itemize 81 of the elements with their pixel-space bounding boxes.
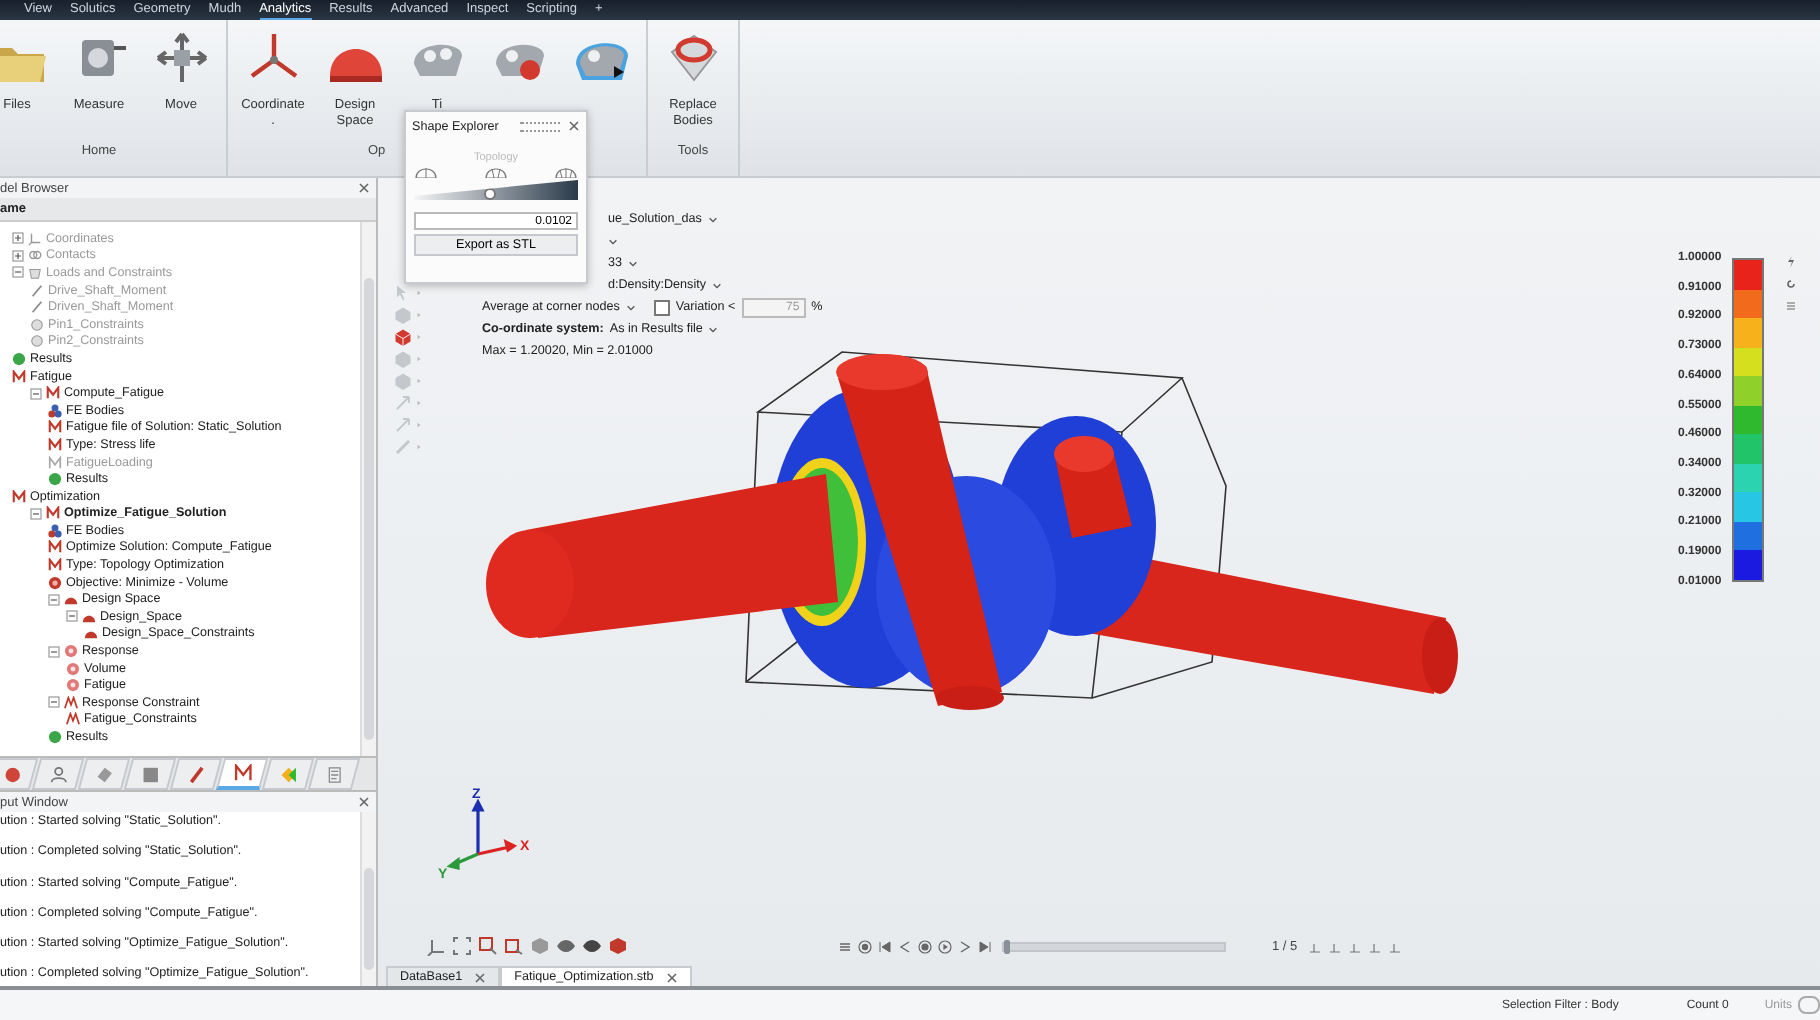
close-icon[interactable]	[474, 971, 487, 983]
move-arrows-icon	[151, 28, 211, 88]
zoom-icon[interactable]	[478, 936, 498, 956]
fatigue-icon	[12, 369, 26, 384]
material-icon	[95, 765, 113, 783]
topology-slider[interactable]	[414, 180, 578, 200]
browser-tab[interactable]	[307, 758, 361, 790]
zoom-icon[interactable]	[504, 936, 524, 956]
fatigue-icon	[46, 506, 60, 521]
plot-tool-icon[interactable]	[1367, 939, 1382, 953]
cube-icon[interactable]	[530, 936, 550, 956]
fit-icon[interactable]	[452, 936, 472, 956]
expander-icon[interactable]	[48, 593, 60, 606]
record-button[interactable]	[858, 939, 872, 953]
timeline-slider[interactable]	[1002, 941, 1226, 951]
contact-icon	[28, 248, 42, 263]
menu-icon[interactable]	[1785, 300, 1796, 312]
plot-tool-icon[interactable]	[1327, 939, 1342, 953]
scrollbar[interactable]	[360, 812, 376, 986]
stop-button[interactable]	[918, 939, 932, 953]
plot-tool-icon[interactable]	[1307, 939, 1322, 953]
menu-icon[interactable]	[838, 939, 852, 953]
step-forward-button[interactable]	[958, 939, 972, 953]
axes-icon[interactable]	[426, 936, 446, 956]
variation-checkbox[interactable]	[653, 299, 670, 315]
dropdown-caret-icon[interactable]	[608, 237, 618, 245]
close-icon[interactable]	[665, 971, 678, 983]
ball-icon	[12, 351, 26, 366]
expander-icon[interactable]	[48, 645, 60, 658]
fatigue-icon	[46, 386, 60, 401]
play-button[interactable]	[938, 939, 952, 953]
load-icon	[28, 265, 42, 280]
mesh-dome-icon[interactable]	[554, 166, 578, 178]
close-icon[interactable]	[358, 796, 370, 808]
refresh-icon[interactable]	[1785, 278, 1796, 290]
browser-tab[interactable]	[31, 758, 85, 790]
ball-icon	[48, 472, 62, 487]
browser-tab[interactable]	[77, 758, 131, 790]
step-back-button[interactable]	[898, 939, 912, 953]
target-icon	[48, 575, 62, 590]
brush-icon	[187, 765, 205, 783]
units-toggle[interactable]	[1798, 996, 1820, 1014]
expander-icon[interactable]	[48, 696, 60, 709]
axes-icon	[28, 231, 42, 246]
browser-tab[interactable]	[0, 758, 39, 790]
cube-icon[interactable]	[608, 936, 628, 956]
plot-tool-icon[interactable]	[1387, 939, 1402, 953]
dropdown-caret-icon[interactable]	[707, 215, 718, 223]
ball-icon	[48, 730, 62, 745]
expander-icon[interactable]	[30, 387, 42, 400]
cube-icon[interactable]	[394, 327, 412, 345]
fatigue-icon	[12, 489, 26, 504]
browser-tab[interactable]	[123, 758, 177, 790]
mesh-dome-icon[interactable]	[414, 166, 438, 178]
plot-tool-icon[interactable]	[1347, 939, 1362, 953]
axis-triad-drawing	[448, 800, 516, 870]
parts-icon	[3, 765, 21, 783]
close-icon[interactable]	[358, 182, 370, 194]
dropdown-caret-icon[interactable]	[625, 303, 636, 311]
mesh-dome-icon[interactable]	[484, 166, 508, 178]
color-palette-icon	[279, 765, 297, 783]
browser-tab[interactable]	[261, 758, 315, 790]
fatigue-icon	[233, 764, 252, 782]
notes-icon	[325, 765, 343, 783]
browser-tab[interactable]	[169, 758, 223, 790]
lightning-icon[interactable]	[1785, 256, 1796, 268]
browser-tab[interactable]	[215, 758, 269, 790]
expander-icon[interactable]	[66, 610, 78, 623]
expander-icon[interactable]	[30, 507, 42, 520]
scrollbar[interactable]	[360, 222, 376, 756]
bodies-icon	[48, 403, 62, 418]
dropdown-caret-icon[interactable]	[628, 259, 639, 267]
dropdown-caret-icon[interactable]	[708, 325, 719, 333]
drag-grip[interactable]	[520, 121, 560, 131]
bodies-icon	[48, 523, 62, 538]
person-icon	[49, 765, 67, 783]
close-icon[interactable]	[568, 120, 580, 132]
skip-start-button[interactable]	[878, 939, 892, 953]
dropdown-caret-icon[interactable]	[712, 281, 722, 289]
skip-end-button[interactable]	[978, 939, 992, 953]
mesh-icon	[141, 765, 159, 783]
